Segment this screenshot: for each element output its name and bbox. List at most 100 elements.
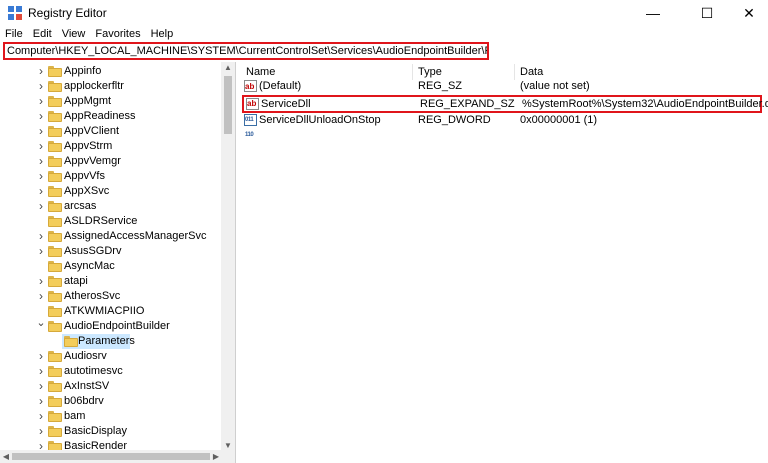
close-button[interactable]: ✕ bbox=[726, 0, 768, 26]
tree-item-label: Audiosrv bbox=[64, 350, 107, 362]
scroll-left-icon[interactable]: ◀ bbox=[0, 450, 12, 463]
scroll-thumb[interactable] bbox=[12, 453, 210, 460]
tree-item-label: arcsas bbox=[64, 200, 97, 212]
chevron-right-icon[interactable]: › bbox=[36, 349, 46, 364]
chevron-down-icon[interactable]: ⌄ bbox=[36, 316, 46, 331]
value-data: 0x00000001 (1) bbox=[520, 114, 598, 126]
tree-item[interactable]: › AsusSGDrv bbox=[0, 244, 220, 259]
tree-item[interactable]: › AssignedAccessManagerSvc bbox=[0, 229, 220, 244]
tree-item-label: Parameters bbox=[78, 335, 135, 347]
tree-item[interactable]: › AppXSvc bbox=[0, 184, 220, 199]
tree-item[interactable]: ATKWMIACPIIO bbox=[0, 304, 220, 319]
tree-item-label: AsyncMac bbox=[64, 260, 115, 272]
maximize-button[interactable]: ☐ bbox=[684, 0, 730, 26]
chevron-right-icon[interactable]: › bbox=[36, 154, 46, 169]
value-name: (Default) bbox=[259, 80, 302, 92]
tree-item[interactable]: › Appinfo bbox=[0, 64, 220, 79]
tree-vertical-scrollbar[interactable]: ▲ ▼ bbox=[221, 62, 235, 452]
tree-item-label: AppVClient bbox=[64, 125, 120, 137]
column-header-name[interactable]: Name bbox=[246, 64, 275, 80]
chevron-right-icon[interactable]: › bbox=[36, 394, 46, 409]
column-header-data[interactable]: Data bbox=[520, 64, 543, 80]
folder-icon bbox=[48, 306, 62, 317]
tree-item[interactable]: › arcsas bbox=[0, 199, 220, 214]
value-row[interactable]: ab (Default) REG_SZ (value not set) bbox=[244, 79, 764, 94]
folder-icon bbox=[48, 366, 62, 377]
tree-item[interactable]: › atapi bbox=[0, 274, 220, 289]
value-type: REG_DWORD bbox=[418, 114, 491, 126]
menu-view[interactable]: View bbox=[57, 26, 91, 42]
folder-icon bbox=[48, 351, 62, 362]
chevron-right-icon[interactable]: › bbox=[36, 64, 46, 79]
chevron-right-icon[interactable]: › bbox=[36, 124, 46, 139]
tree-item-label: AxInstSV bbox=[64, 380, 110, 392]
chevron-right-icon[interactable]: › bbox=[36, 109, 46, 124]
tree-item[interactable]: › BasicDisplay bbox=[0, 424, 220, 439]
chevron-right-icon[interactable]: › bbox=[36, 379, 46, 394]
folder-icon bbox=[48, 321, 62, 332]
chevron-right-icon[interactable]: › bbox=[36, 409, 46, 424]
title-bar: Registry Editor — ☐ ✕ bbox=[0, 0, 768, 26]
value-row[interactable]: ab ServiceDll REG_EXPAND_SZ %SystemRoot%\Sy… bbox=[242, 95, 768, 113]
address-bar[interactable]: Computer\HKEY_LOCAL_MACHINE\SYSTEM\Curre… bbox=[3, 42, 489, 60]
folder-icon bbox=[48, 81, 62, 92]
chevron-right-icon[interactable]: › bbox=[36, 364, 46, 379]
chevron-right-icon[interactable]: › bbox=[36, 79, 46, 94]
tree-item[interactable]: › autotimesvc bbox=[0, 364, 220, 379]
value-data: %SystemRoot%\System32\AudioEndpointBuild… bbox=[522, 98, 768, 110]
values-pane: Name Type Data ab (Default) REG_SZ (value n… bbox=[240, 62, 768, 463]
folder-icon bbox=[48, 426, 62, 437]
tree-item[interactable]: › AppvStrm bbox=[0, 139, 220, 154]
menu-edit[interactable]: Edit bbox=[28, 26, 57, 42]
tree-item[interactable]: › AxInstSV bbox=[0, 379, 220, 394]
value-row[interactable]: 011 110 ServiceDllUnloadOnStop REG_DWORD 0x0… bbox=[244, 113, 764, 138]
tree-item[interactable]: › AppvVfs bbox=[0, 169, 220, 184]
column-divider[interactable] bbox=[514, 64, 515, 80]
folder-icon bbox=[48, 156, 62, 167]
tree-item[interactable]: › AppVClient bbox=[0, 124, 220, 139]
folder-icon bbox=[48, 231, 62, 242]
menu-help[interactable]: Help bbox=[146, 26, 179, 42]
chevron-right-icon[interactable]: › bbox=[36, 424, 46, 439]
tree-item[interactable]: Parameters bbox=[0, 334, 220, 349]
column-header-type[interactable]: Type bbox=[418, 64, 442, 80]
menu-file[interactable]: File bbox=[0, 26, 28, 42]
column-divider[interactable] bbox=[412, 64, 413, 80]
tree-item[interactable]: › applockerfltr bbox=[0, 79, 220, 94]
tree-item[interactable]: › AtherosSvc bbox=[0, 289, 220, 304]
scroll-up-icon[interactable]: ▲ bbox=[221, 62, 235, 74]
chevron-right-icon[interactable]: › bbox=[36, 169, 46, 184]
scroll-thumb[interactable] bbox=[224, 76, 232, 134]
tree-item[interactable]: › bam bbox=[0, 409, 220, 424]
folder-icon bbox=[48, 186, 62, 197]
tree-item[interactable]: › AppMgmt bbox=[0, 94, 220, 109]
tree-item[interactable]: › AppReadiness bbox=[0, 109, 220, 124]
value-type: REG_SZ bbox=[418, 80, 463, 92]
menu-favorites[interactable]: Favorites bbox=[90, 26, 145, 42]
tree-item[interactable]: › AppvVemgr bbox=[0, 154, 220, 169]
chevron-right-icon[interactable]: › bbox=[36, 199, 46, 214]
chevron-right-icon[interactable]: › bbox=[36, 289, 46, 304]
chevron-right-icon[interactable]: › bbox=[36, 274, 46, 289]
tree-item-label: bam bbox=[64, 410, 86, 422]
tree-item[interactable]: AsyncMac bbox=[0, 259, 220, 274]
folder-icon bbox=[48, 171, 62, 182]
scroll-right-icon[interactable]: ▶ bbox=[210, 450, 222, 463]
chevron-right-icon[interactable]: › bbox=[36, 184, 46, 199]
chevron-right-icon[interactable]: › bbox=[36, 139, 46, 154]
chevron-right-icon[interactable]: › bbox=[36, 94, 46, 109]
folder-icon bbox=[48, 126, 62, 137]
tree-item-label: ATKWMIACPIIO bbox=[64, 305, 145, 317]
tree-item-label: AppvStrm bbox=[64, 140, 113, 152]
tree-item[interactable]: › b06bdrv bbox=[0, 394, 220, 409]
tree-item[interactable]: ASLDRService bbox=[0, 214, 220, 229]
minimize-button[interactable]: — bbox=[630, 0, 676, 26]
chevron-right-icon[interactable]: › bbox=[36, 244, 46, 259]
tree-item[interactable]: ⌄ AudioEndpointBuilder bbox=[0, 316, 220, 334]
tree-item-label: AppMgmt bbox=[64, 95, 112, 107]
tree-item-label: autotimesvc bbox=[64, 365, 123, 377]
chevron-right-icon[interactable]: › bbox=[36, 229, 46, 244]
value-data: (value not set) bbox=[520, 80, 590, 92]
tree-item[interactable]: › Audiosrv bbox=[0, 349, 220, 364]
tree-horizontal-scrollbar[interactable]: ◀ ▶ bbox=[0, 450, 235, 463]
